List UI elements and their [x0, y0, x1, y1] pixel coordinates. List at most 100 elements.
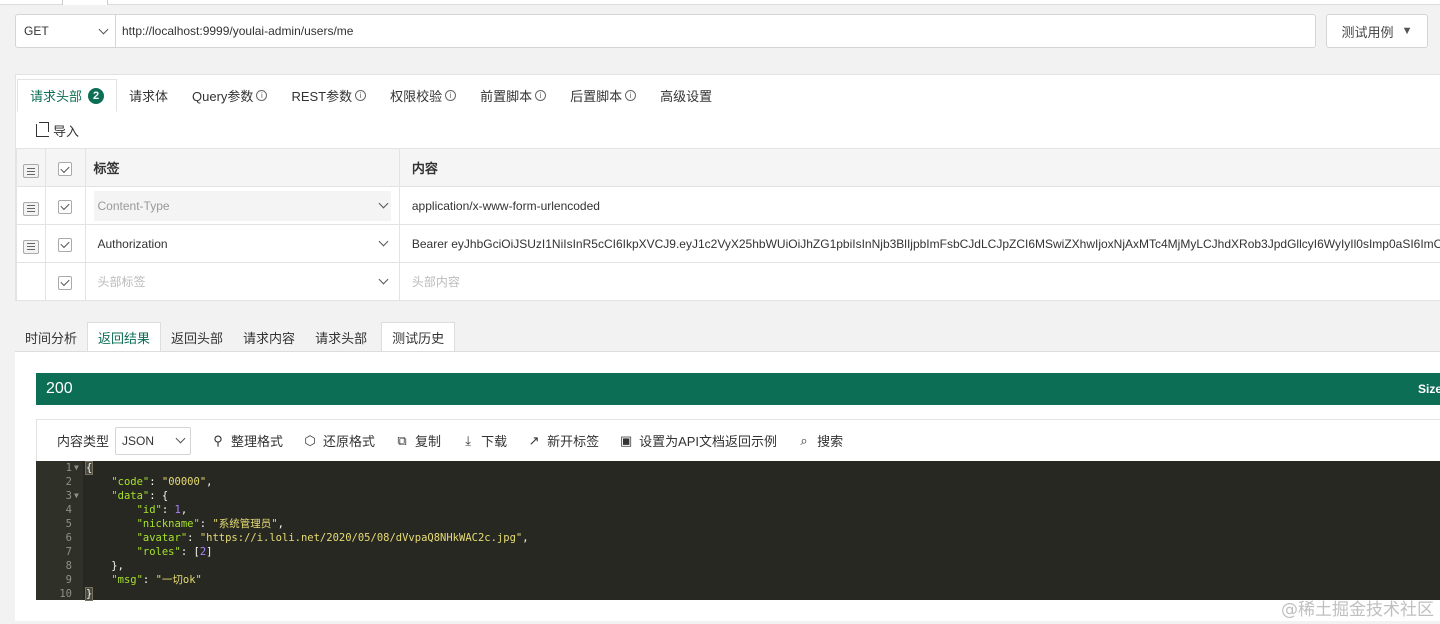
code-line: 2 "code": "00000",: [65, 476, 213, 488]
tab-label: Query参数: [192, 89, 254, 104]
request-tabs: 请求头部 2 请求体 Query参数 i REST参数 i 权限校验 i 前置脚…: [16, 79, 724, 112]
copy-button[interactable]: ⧉ 复制: [395, 431, 441, 450]
content-type-label: 内容类型: [57, 434, 110, 449]
header-value[interactable]: Bearer eyJhbGciOiJSUzI1NiIsInR5cCI6IkpXV…: [398, 224, 1440, 263]
headers-table: 标签 内容 Content-Type application/x-www-for…: [15, 148, 1440, 301]
url-input[interactable]: http://localhost:9999/youlai-admin/users…: [115, 14, 1316, 48]
row-checkbox[interactable]: [58, 199, 73, 214]
tab-request-body[interactable]: 请求体: [117, 79, 180, 112]
format-button[interactable]: ⚲ 整理格式: [211, 431, 283, 450]
tab-response-headers[interactable]: 返回头部: [161, 322, 233, 352]
set-example-label: 设置为API文档返回示例: [639, 434, 778, 449]
code-line: 8 },: [65, 560, 124, 572]
tab-query-params[interactable]: Query参数 i: [180, 79, 279, 112]
top-strip: [0, 0, 1440, 5]
tab-label: 权限校验: [390, 89, 443, 104]
download-label: 下载: [481, 434, 508, 449]
tab-advanced[interactable]: 高级设置: [648, 79, 724, 112]
restore-button[interactable]: ⬡ 还原格式: [303, 431, 375, 450]
row-checkbox[interactable]: [58, 275, 73, 290]
response-toolbar: 内容类型 JSON ⚲ 整理格式 ⬡ 还原格式 ⧉ 复制 ⤓ 下载 ↗ 新开标签 ▣ 设置为…: [36, 419, 1440, 461]
tab-request-headers[interactable]: 请求头部 2: [17, 79, 118, 112]
content-type-value: JSON: [122, 433, 155, 448]
tab-timing[interactable]: 时间分析: [15, 322, 87, 352]
code-line: 1 ▼{: [65, 461, 94, 475]
request-panel: 请求头部 2 请求体 Query参数 i REST参数 i 权限校验 i 前置脚…: [15, 74, 1440, 301]
chevron-down-icon: [175, 433, 186, 444]
tab-test-history[interactable]: 测试历史: [381, 322, 456, 352]
search-button[interactable]: ⌕ 搜索: [797, 431, 843, 450]
json-editor[interactable]: 1 ▼{ 2 "code": "00000", 3 ▼ "data": { 4 "i…: [36, 461, 1440, 601]
set-example-button[interactable]: ▣ 设置为API文档返回示例: [619, 431, 777, 450]
method-value: GET: [24, 24, 49, 38]
drag-handle-icon[interactable]: [23, 201, 40, 216]
size-label: Size:: [1417, 382, 1440, 396]
code-line: 5 "nickname": "系统管理员",: [65, 518, 284, 530]
caret-down-icon: ▼: [1401, 25, 1413, 37]
import-icon: [36, 122, 49, 137]
test-case-button[interactable]: 测试用例 ▼: [1326, 14, 1428, 48]
header-key-select[interactable]: Content-Type: [93, 190, 391, 221]
table-header-row: 标签 内容: [15, 148, 1440, 187]
code-line: 10}: [59, 587, 94, 601]
url-value: http://localhost:9999/youlai-admin/users…: [122, 24, 354, 38]
content-type-select[interactable]: JSON: [115, 426, 192, 455]
search-label: 搜索: [817, 434, 844, 449]
import-label: 导入: [53, 124, 80, 139]
code-line: 6 "avatar": "https://i.loli.net/2020/05/…: [65, 532, 529, 544]
external-link-icon: ↗: [528, 432, 540, 448]
table-row: Content-Type application/x-www-form-urle…: [15, 186, 1440, 225]
column-header-key: 标签: [84, 148, 400, 187]
tab-label: 高级设置: [660, 89, 713, 104]
code-line: 4 "id": 1,: [65, 504, 188, 516]
tab-label: 请求头部: [30, 89, 83, 104]
table-row: Authorization Bearer eyJhbGciOiJSUzI1NiI…: [15, 224, 1440, 263]
tab-sent-headers[interactable]: 请求头部: [305, 322, 377, 352]
pin-icon: ⚲: [213, 432, 223, 448]
cube-icon: ⬡: [304, 432, 316, 448]
tab-request-content[interactable]: 请求内容: [233, 322, 305, 352]
import-button[interactable]: 导入: [36, 121, 79, 140]
tab-post-script[interactable]: 后置脚本 i: [558, 79, 648, 112]
tab-auth[interactable]: 权限校验 i: [378, 79, 468, 112]
fold-icon[interactable]: ▼: [74, 461, 79, 475]
header-key-select[interactable]: Authorization: [94, 229, 391, 259]
code-line: 7 "roles": [2]: [65, 546, 213, 558]
copy-icon: ⧉: [397, 432, 407, 448]
info-icon: i: [625, 90, 637, 101]
tab-label: 后置脚本: [570, 89, 623, 104]
header-value-placeholder[interactable]: 头部内容: [398, 262, 1440, 301]
header-key: Authorization: [97, 236, 168, 251]
fold-icon[interactable]: ▼: [74, 489, 79, 503]
tab-pre-script[interactable]: 前置脚本 i: [468, 79, 558, 112]
header-key-select[interactable]: 头部标签: [94, 267, 391, 297]
code-line: 3 ▼ "data": {: [65, 489, 169, 503]
top-tab-edge[interactable]: [62, 0, 108, 5]
header-value[interactable]: application/x-www-form-urlencoded: [398, 186, 1440, 225]
method-select[interactable]: GET: [15, 14, 116, 48]
row-checkbox[interactable]: [58, 237, 73, 252]
chevron-down-icon: [378, 198, 389, 209]
drag-handle-icon[interactable]: [23, 239, 40, 254]
header-check-cell: [45, 148, 86, 187]
status-code: 200: [46, 380, 73, 397]
tab-label: REST参数: [291, 89, 353, 104]
format-label: 整理格式: [231, 434, 284, 449]
new-tab-button[interactable]: ↗ 新开标签: [527, 431, 599, 450]
watermark: @稀土掘金技术社区: [1281, 600, 1434, 620]
chevron-down-icon: [378, 236, 389, 247]
select-all-checkbox[interactable]: [58, 162, 73, 177]
column-header-value: 内容: [398, 148, 1440, 187]
download-button[interactable]: ⤓ 下载: [461, 431, 507, 450]
chevron-down-icon: [378, 274, 389, 285]
code-line: 9 "msg": "一切ok": [65, 574, 202, 586]
tab-label: 请求体: [129, 89, 169, 104]
search-icon: ⌕: [800, 432, 808, 448]
header-key: Content-Type: [97, 198, 170, 213]
menu-icon[interactable]: [23, 164, 40, 179]
tab-response-body[interactable]: 返回结果: [87, 322, 162, 352]
tab-rest-params[interactable]: REST参数 i: [279, 79, 378, 112]
new-tab-label: 新开标签: [547, 434, 600, 449]
info-icon: i: [445, 90, 457, 101]
info-icon: i: [256, 90, 268, 101]
